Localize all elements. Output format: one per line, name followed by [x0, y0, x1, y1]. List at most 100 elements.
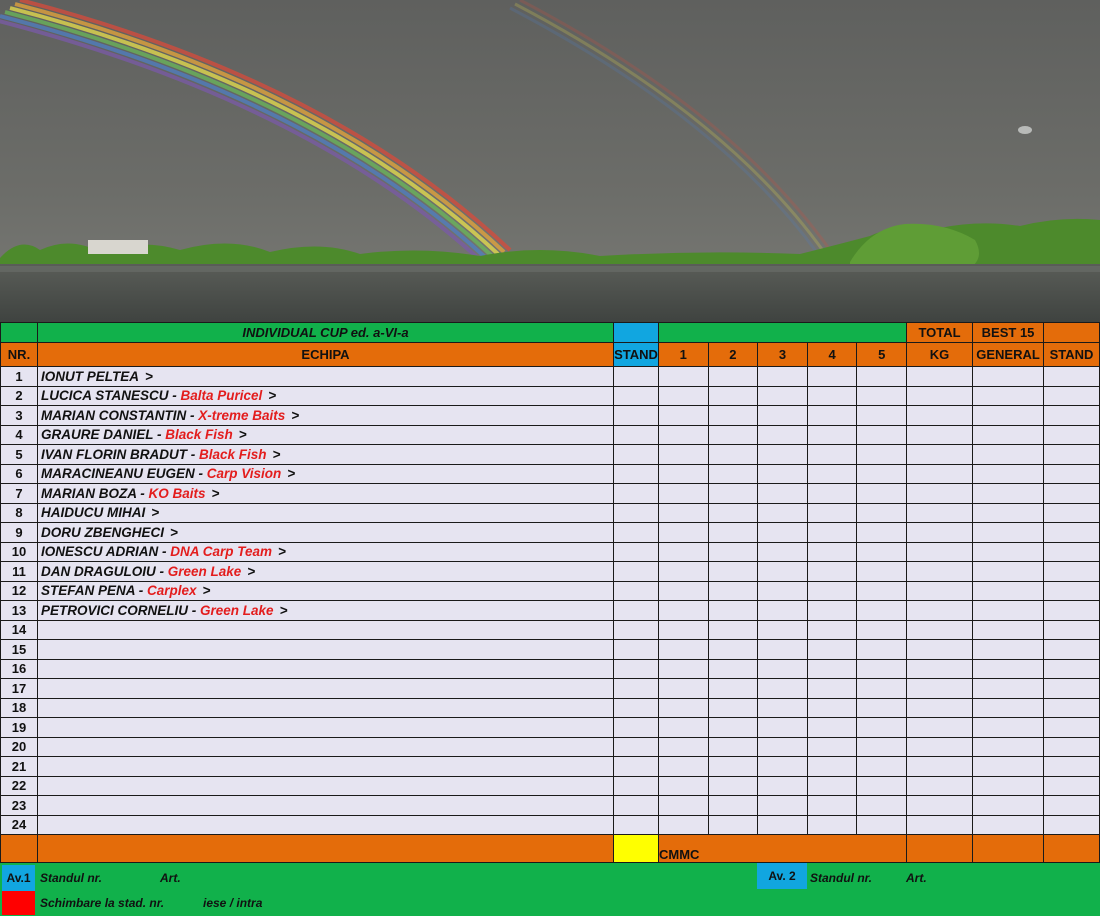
row-name-cell[interactable]: IVAN FLORIN BRADUT - Black Fish > — [37, 444, 614, 465]
session-5-cell[interactable] — [856, 775, 908, 796]
session-3-cell[interactable] — [757, 561, 808, 582]
session-1-cell[interactable] — [658, 522, 709, 543]
row-name-cell[interactable] — [37, 814, 614, 835]
session-5-cell[interactable] — [856, 366, 908, 387]
session-2-cell[interactable] — [707, 502, 759, 523]
total-kg-cell[interactable] — [906, 717, 974, 738]
session-2-cell[interactable] — [707, 561, 759, 582]
best-general-cell[interactable] — [972, 366, 1045, 387]
session-5-cell[interactable] — [856, 717, 908, 738]
session-1-cell[interactable] — [658, 424, 709, 445]
total-kg-cell[interactable] — [906, 463, 974, 484]
session-4-cell[interactable] — [806, 639, 858, 660]
session-5-cell[interactable] — [856, 814, 908, 835]
row-name-cell[interactable]: LUCICA STANESCU - Balta Puricel > — [37, 385, 614, 406]
best-general-cell[interactable] — [972, 658, 1045, 679]
session-3-cell[interactable] — [757, 775, 808, 796]
session-4-cell[interactable] — [806, 775, 858, 796]
total-kg-cell[interactable] — [906, 639, 974, 660]
row-name-cell[interactable]: MARIAN BOZA - KO Baits > — [37, 483, 614, 504]
session-4-cell[interactable] — [806, 541, 858, 562]
session-1-cell[interactable] — [658, 619, 709, 640]
best-general-cell[interactable] — [972, 444, 1045, 465]
stand-cell[interactable] — [613, 502, 659, 523]
final-stand-cell[interactable] — [1043, 639, 1100, 660]
best-general-cell[interactable] — [972, 678, 1045, 699]
session-4-cell[interactable] — [806, 366, 858, 387]
total-kg-cell[interactable] — [906, 756, 974, 777]
session-3-cell[interactable] — [757, 580, 808, 601]
session-3-cell[interactable] — [757, 639, 808, 660]
row-name-cell[interactable]: IONESCU ADRIAN - DNA Carp Team > — [37, 541, 614, 562]
row-name-cell[interactable] — [37, 775, 614, 796]
session-5-cell[interactable] — [856, 600, 908, 621]
row-name-cell[interactable] — [37, 756, 614, 777]
session-2-cell[interactable] — [707, 756, 759, 777]
row-name-cell[interactable] — [37, 678, 614, 699]
best-general-cell[interactable] — [972, 639, 1045, 660]
session-5-cell[interactable] — [856, 795, 908, 816]
session-3-cell[interactable] — [757, 405, 808, 426]
best-general-cell[interactable] — [972, 463, 1045, 484]
row-name-cell[interactable]: GRAURE DANIEL - Black Fish > — [37, 424, 614, 445]
session-5-cell[interactable] — [856, 619, 908, 640]
session-1-cell[interactable] — [658, 541, 709, 562]
final-stand-cell[interactable] — [1043, 697, 1100, 718]
session-3-cell[interactable] — [757, 444, 808, 465]
session-2-cell[interactable] — [707, 444, 759, 465]
total-kg-cell[interactable] — [906, 405, 974, 426]
session-1-cell[interactable] — [658, 658, 709, 679]
final-stand-cell[interactable] — [1043, 463, 1100, 484]
stand-cell[interactable] — [613, 756, 659, 777]
session-3-cell[interactable] — [757, 678, 808, 699]
total-kg-cell[interactable] — [906, 736, 974, 757]
session-4-cell[interactable] — [806, 658, 858, 679]
session-4-cell[interactable] — [806, 522, 858, 543]
session-1-cell[interactable] — [658, 580, 709, 601]
session-2-cell[interactable] — [707, 424, 759, 445]
session-5-cell[interactable] — [856, 463, 908, 484]
session-4-cell[interactable] — [806, 424, 858, 445]
session-3-cell[interactable] — [757, 697, 808, 718]
total-kg-cell[interactable] — [906, 424, 974, 445]
final-stand-cell[interactable] — [1043, 424, 1100, 445]
best-general-cell[interactable] — [972, 619, 1045, 640]
final-stand-cell[interactable] — [1043, 541, 1100, 562]
session-5-cell[interactable] — [856, 756, 908, 777]
session-4-cell[interactable] — [806, 502, 858, 523]
session-3-cell[interactable] — [757, 502, 808, 523]
session-1-cell[interactable] — [658, 814, 709, 835]
final-stand-cell[interactable] — [1043, 522, 1100, 543]
row-name-cell[interactable]: STEFAN PENA - Carplex > — [37, 580, 614, 601]
best-general-cell[interactable] — [972, 522, 1045, 543]
total-kg-cell[interactable] — [906, 541, 974, 562]
total-kg-cell[interactable] — [906, 483, 974, 504]
session-5-cell[interactable] — [856, 424, 908, 445]
footer-yellow-cell[interactable] — [613, 834, 659, 863]
best-general-cell[interactable] — [972, 405, 1045, 426]
session-5-cell[interactable] — [856, 483, 908, 504]
session-3-cell[interactable] — [757, 541, 808, 562]
stand-cell[interactable] — [613, 658, 659, 679]
session-3-cell[interactable] — [757, 658, 808, 679]
row-name-cell[interactable]: MARIAN CONSTANTIN - X-treme Baits > — [37, 405, 614, 426]
row-name-cell[interactable]: HAIDUCU MIHAI > — [37, 502, 614, 523]
session-1-cell[interactable] — [658, 463, 709, 484]
row-name-cell[interactable]: MARACINEANU EUGEN - Carp Vision > — [37, 463, 614, 484]
stand-cell[interactable] — [613, 600, 659, 621]
final-stand-cell[interactable] — [1043, 736, 1100, 757]
session-3-cell[interactable] — [757, 756, 808, 777]
session-2-cell[interactable] — [707, 366, 759, 387]
session-1-cell[interactable] — [658, 795, 709, 816]
stand-cell[interactable] — [613, 639, 659, 660]
session-5-cell[interactable] — [856, 385, 908, 406]
row-name-cell[interactable] — [37, 619, 614, 640]
session-1-cell[interactable] — [658, 561, 709, 582]
final-stand-cell[interactable] — [1043, 502, 1100, 523]
final-stand-cell[interactable] — [1043, 717, 1100, 738]
total-kg-cell[interactable] — [906, 795, 974, 816]
session-5-cell[interactable] — [856, 561, 908, 582]
session-1-cell[interactable] — [658, 697, 709, 718]
stand-cell[interactable] — [613, 541, 659, 562]
session-4-cell[interactable] — [806, 717, 858, 738]
